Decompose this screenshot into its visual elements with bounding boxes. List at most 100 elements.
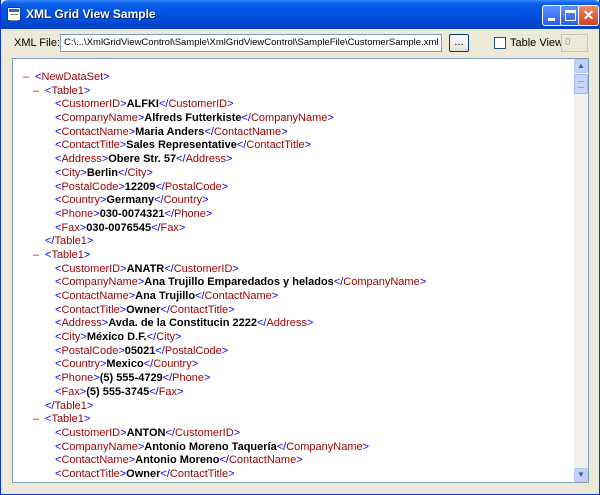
xml-field: <PostalCode>05021</PostalCode> — [23, 345, 573, 359]
field-value: 030-0074321 — [99, 207, 165, 220]
scroll-thumb[interactable] — [574, 74, 588, 94]
xml-field: <City>Berlin</City> — [23, 167, 573, 181]
tag-bracket: </ — [164, 207, 175, 220]
tag-bracket: > — [203, 372, 211, 385]
field-value: ANTON — [126, 426, 166, 439]
tag-name: ContactName — [204, 290, 272, 302]
tag-bracket: > — [177, 385, 184, 398]
tag-name: ContactName — [61, 125, 129, 138]
tag-name: ContactTitle — [61, 139, 120, 152]
xml-tree-view[interactable]: – <NewDataSet> – <Table1> <CustomerID>ALFKI<… — [12, 58, 589, 483]
xml-record-close: </Table1> — [23, 400, 573, 414]
tag-bracket: </ — [160, 303, 170, 316]
table-view-label[interactable]: Table View — [510, 37, 563, 49]
tag-name: Phone — [172, 372, 204, 385]
scroll-down-button[interactable]: ▼ — [574, 468, 588, 482]
field-value: Antonio Moreno — [135, 454, 220, 467]
tag-bracket: </ — [146, 331, 157, 344]
field-value: Germany — [106, 194, 155, 207]
tag-name: CustomerID — [168, 98, 228, 111]
tag-name: CompanyName — [250, 112, 328, 125]
tag-name: CustomerID — [173, 262, 233, 275]
tag-bracket: > — [86, 235, 94, 248]
scroll-up-button[interactable]: ▲ — [574, 59, 588, 73]
tag-name: Country — [61, 358, 100, 371]
xml-record-open[interactable]: – <Table1> — [23, 413, 573, 427]
collapse-toggle-icon: – — [33, 84, 40, 97]
xml-field: <Country>Mexico</Country> — [23, 358, 573, 372]
tag-name: City — [61, 166, 81, 179]
tag-name: Country — [163, 194, 203, 207]
tag-bracket: </ — [236, 139, 247, 152]
field-value: (5) 555-4729 — [99, 372, 163, 385]
minimize-icon — [548, 18, 555, 21]
field-value: México D.F. — [86, 331, 147, 344]
tag-bracket: > — [232, 262, 239, 275]
tag-name: City — [156, 331, 176, 344]
collapse-toggle-icon: – — [33, 248, 40, 261]
field-value: Owner — [126, 467, 161, 480]
tag-name: PostalCode — [61, 180, 119, 193]
xml-field: <ContactName>Antonio Moreno</ContactName… — [23, 454, 573, 468]
tag-name: ContactTitle — [246, 139, 305, 152]
field-value: 030-0076545 — [86, 221, 152, 234]
xml-record-open[interactable]: – <Table1> — [23, 249, 573, 263]
tag-bracket: > — [221, 344, 229, 357]
tag-bracket: </ — [151, 221, 161, 234]
field-value: (5) 555-3745 — [86, 385, 150, 398]
app-window: XML Grid View Sample ✕ XML File: C:\...\… — [0, 0, 600, 495]
tag-bracket: > — [362, 440, 370, 453]
xml-record-close: </Table1> — [23, 235, 573, 249]
tag-name: ContactName — [61, 290, 129, 302]
tag-bracket: </ — [219, 454, 229, 467]
xml-root-open[interactable]: – <NewDataSet> — [23, 71, 573, 85]
xml-field: <CustomerID>ANATR</CustomerID> — [23, 263, 573, 277]
tag-name: Address — [61, 317, 102, 330]
tag-bracket: </ — [195, 290, 205, 302]
table-view-checkbox[interactable] — [494, 37, 506, 49]
tag-name: City — [127, 166, 147, 179]
vertical-scrollbar[interactable]: ▲ ▼ — [574, 59, 588, 482]
tag-name: CustomerID — [61, 98, 121, 111]
xml-file-path-input[interactable]: C:\...\XmlGridViewControl\Sample\XmlGrid… — [60, 34, 442, 52]
tag-bracket: > — [225, 153, 233, 166]
field-value: Obere Str. 57 — [108, 153, 177, 166]
xml-field: <Address>Avda. de la Constitucin 2222</A… — [23, 317, 573, 331]
xml-field: <ContactTitle>Owner</ContactTitle> — [23, 304, 573, 318]
tag-bracket: > — [83, 248, 91, 261]
browse-button[interactable]: ... — [449, 34, 469, 52]
title-bar[interactable]: XML Grid View Sample ✕ — [1, 0, 600, 29]
tag-name: CompanyName — [61, 276, 138, 289]
table-index-field: 0 — [561, 34, 588, 52]
xml-record-open[interactable]: – <Table1> — [23, 85, 573, 99]
xml-field: <CustomerID>ALFKI</CustomerID> — [23, 98, 573, 112]
xml-tree-content: – <NewDataSet> – <Table1> <CustomerID>ALFKI<… — [13, 59, 573, 482]
tag-name: Address — [61, 153, 102, 166]
tag-name: ContactName — [228, 454, 297, 467]
xml-file-label: XML File: — [14, 37, 61, 49]
tag-name: CustomerID — [61, 262, 121, 275]
tag-name: CompanyName — [286, 440, 363, 453]
xml-field: <Fax>030-0076545</Fax> — [23, 222, 573, 236]
field-value: Berlin — [86, 166, 119, 179]
tag-bracket: > — [304, 139, 312, 152]
tag-name: ContactName — [213, 125, 282, 138]
tag-bracket: </ — [149, 385, 159, 398]
field-value: Antonio Moreno Taquería — [144, 440, 277, 453]
tag-name: Country — [61, 194, 100, 207]
tag-name: Table1 — [51, 413, 84, 426]
tag-bracket: </ — [155, 344, 165, 357]
tag-bracket: </ — [333, 276, 344, 289]
tag-bracket: > — [281, 125, 288, 138]
close-button[interactable]: ✕ — [578, 5, 599, 26]
tag-bracket: > — [233, 426, 241, 439]
tag-bracket: > — [419, 276, 427, 289]
tag-bracket: > — [227, 98, 234, 111]
tag-bracket: > — [191, 358, 199, 371]
tag-bracket: > — [83, 413, 91, 426]
xml-field: <Phone>030-0074321</Phone> — [23, 208, 573, 222]
field-value: Avda. de la Constitucin 2222 — [108, 317, 257, 330]
app-icon — [7, 7, 21, 21]
tag-name: Phone — [61, 207, 94, 220]
tag-name: Fax — [160, 221, 179, 234]
